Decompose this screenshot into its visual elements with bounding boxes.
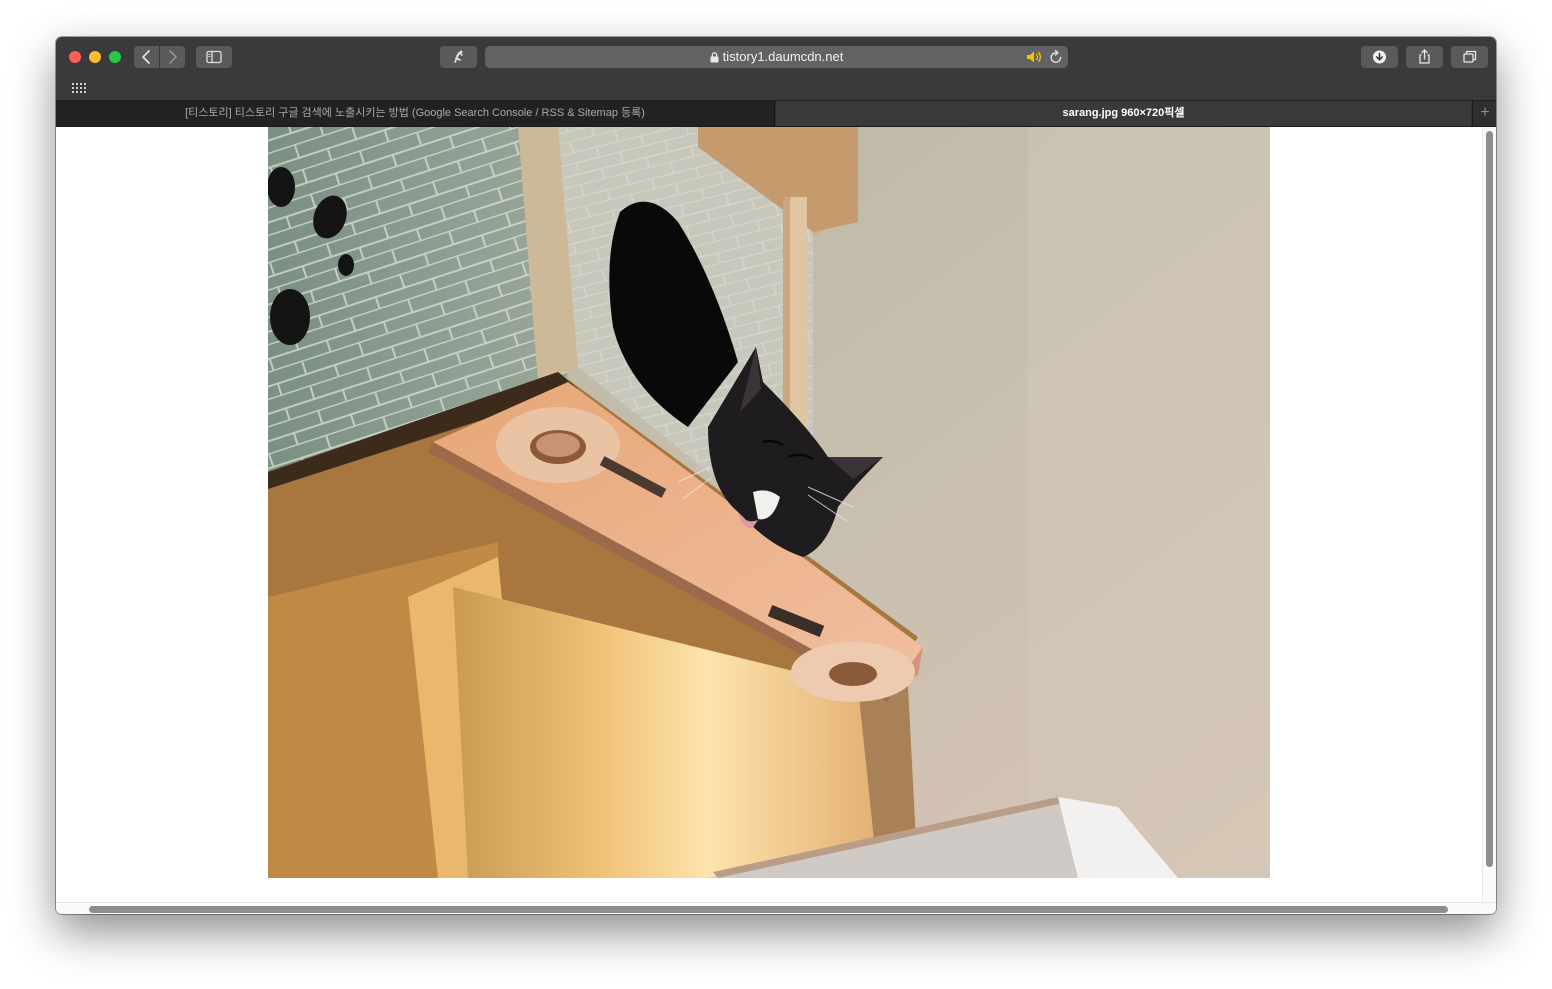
chevron-left-icon — [142, 50, 150, 64]
lock-icon — [710, 52, 719, 63]
cat-photo — [268, 127, 1270, 878]
reload-icon[interactable] — [1049, 49, 1063, 65]
forward-button[interactable] — [160, 46, 185, 68]
address-bar[interactable]: tistory1.daumcdn.net — [485, 46, 1068, 68]
tab-overview-icon — [1463, 50, 1477, 63]
tab-overview-button[interactable] — [1451, 46, 1488, 68]
sidebar-icon — [206, 50, 222, 64]
back-button[interactable] — [134, 46, 159, 68]
tab-sarang-image[interactable]: sarang.jpg 960×720픽셀 — [776, 101, 1471, 126]
extension-icon — [454, 50, 463, 63]
vertical-scrollbar[interactable] — [1482, 127, 1496, 902]
chevron-right-icon — [169, 50, 177, 64]
sidebar-button[interactable] — [196, 46, 232, 68]
horizontal-scrollbar[interactable] — [56, 902, 1496, 914]
extension-button[interactable] — [440, 46, 477, 68]
minimize-button[interactable] — [89, 51, 101, 63]
zoom-button[interactable] — [109, 51, 121, 63]
favorites-grid-icon[interactable] — [72, 83, 86, 94]
toolbar: tistory1.daumcdn.net — [56, 37, 1496, 77]
horizontal-scroll-thumb[interactable] — [89, 906, 1448, 913]
page-content — [56, 127, 1496, 914]
cat-house-image — [268, 127, 1270, 878]
download-icon — [1373, 50, 1386, 64]
tab-tistory-article[interactable]: [티스토리] 티스토리 구글 검색에 노출시키는 방법 (Google Sear… — [56, 101, 775, 126]
tab-bar: [티스토리] 티스토리 구글 검색에 노출시키는 방법 (Google Sear… — [56, 101, 1496, 127]
share-button[interactable] — [1406, 46, 1443, 68]
url-text: tistory1.daumcdn.net — [722, 49, 844, 64]
favorites-bar — [56, 76, 1496, 101]
share-icon — [1419, 49, 1430, 64]
new-tab-button[interactable]: + — [1472, 101, 1496, 126]
navigation-buttons — [134, 46, 185, 68]
browser-window: tistory1.daumcdn.net [티스토리] 티스토리 구글 검색에 … — [56, 37, 1496, 914]
download-button[interactable] — [1361, 46, 1398, 68]
close-button[interactable] — [69, 51, 81, 63]
speaker-icon[interactable] — [1026, 50, 1044, 64]
vertical-scroll-thumb[interactable] — [1486, 131, 1493, 867]
